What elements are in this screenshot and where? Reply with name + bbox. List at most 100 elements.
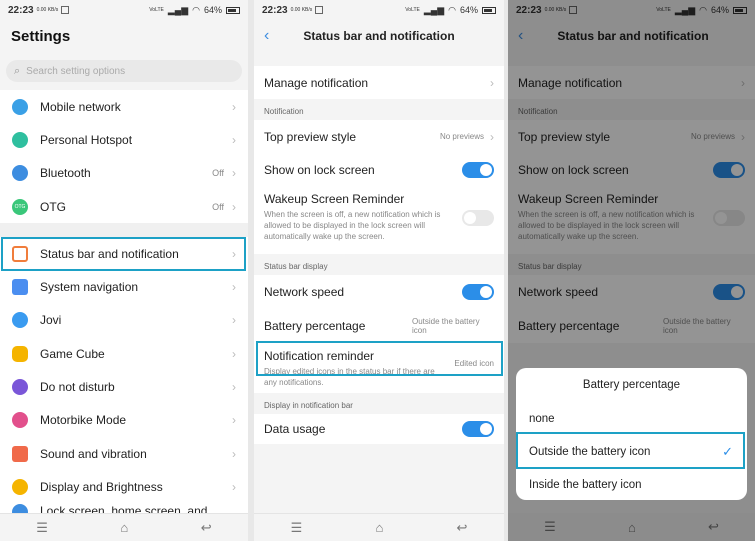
jovi-icon bbox=[12, 312, 28, 329]
item-label: Manage notification bbox=[264, 75, 369, 90]
item-label: Do not disturb bbox=[40, 380, 115, 395]
option-none[interactable]: none bbox=[516, 402, 747, 435]
sun-icon bbox=[12, 478, 28, 495]
item-label: Status bar and notification bbox=[40, 246, 179, 261]
item-description: When the screen is off, a new notificati… bbox=[264, 210, 441, 241]
mobile-network-icon bbox=[12, 98, 28, 115]
item-label: Data usage bbox=[264, 422, 326, 436]
wakeup-toggle[interactable] bbox=[462, 210, 494, 226]
settings-item-system-navigation[interactable]: System navigation › bbox=[0, 270, 248, 304]
option-inside-battery-icon[interactable]: Inside the battery icon bbox=[516, 468, 747, 501]
chevron-right-icon: › bbox=[232, 166, 236, 181]
manage-notification-item[interactable]: Manage notification › bbox=[254, 66, 504, 99]
time: 22:23 bbox=[8, 4, 34, 16]
chevron-right-icon: › bbox=[232, 446, 236, 461]
settings-item-sound[interactable]: Sound and vibration › bbox=[0, 436, 248, 471]
status-bar: 22:23 0.00 KB/s VoLTE ▂▄▆ ◠ 64% bbox=[0, 0, 248, 20]
item-label: Motorbike Mode bbox=[40, 413, 127, 428]
show-lock-screen-toggle[interactable] bbox=[462, 161, 494, 178]
search-icon: ⌕ bbox=[14, 64, 21, 77]
item-label: Network speed bbox=[264, 284, 345, 299]
chevron-right-icon: › bbox=[232, 479, 236, 494]
chevron-right-icon: › bbox=[232, 199, 236, 214]
item-label: Wakeup Screen Reminder bbox=[264, 192, 405, 206]
checkmark-icon: ✓ bbox=[722, 443, 733, 459]
item-value: Outside the battery icon bbox=[412, 316, 480, 335]
network-speed-toggle[interactable] bbox=[462, 283, 494, 300]
back-button[interactable]: ↩ bbox=[201, 520, 212, 536]
settings-item-jovi[interactable]: Jovi › bbox=[0, 303, 248, 338]
signal-icon: ▂▄▆ bbox=[167, 4, 189, 15]
volte: VoLTE bbox=[405, 7, 420, 13]
menu-button[interactable]: ☰ bbox=[291, 520, 303, 536]
battery-percentage-item[interactable]: Battery percentage Outside the battery ic… bbox=[254, 308, 504, 343]
section-header: Status bar display bbox=[254, 254, 504, 275]
top-preview-item[interactable]: Top preview style No previews › bbox=[254, 120, 504, 153]
home-button[interactable]: ⌂ bbox=[120, 520, 128, 535]
back-button[interactable]: ↩ bbox=[456, 520, 467, 536]
wifi-icon: ◠ bbox=[448, 4, 456, 15]
section-header: Display in notification bar bbox=[254, 393, 504, 414]
home-button[interactable]: ⌂ bbox=[375, 520, 383, 535]
page-title: Status bar and notification bbox=[303, 29, 455, 43]
wifi-icon: ◠ bbox=[192, 4, 200, 15]
chevron-right-icon: › bbox=[232, 380, 236, 395]
motorbike-icon bbox=[12, 412, 28, 429]
menu-button[interactable]: ☰ bbox=[36, 520, 48, 536]
chevron-right-icon: › bbox=[490, 75, 494, 90]
chevron-right-icon: › bbox=[232, 132, 236, 147]
notification-icon bbox=[61, 6, 70, 14]
settings-item-otg[interactable]: OTG OTG Off › bbox=[0, 189, 248, 224]
speaker-icon bbox=[12, 445, 28, 462]
item-label: Top preview style bbox=[264, 129, 357, 144]
settings-item-personal-hotspot[interactable]: Personal Hotspot › bbox=[0, 123, 248, 157]
battery-icon bbox=[226, 6, 240, 14]
chevron-right-icon: › bbox=[232, 246, 236, 261]
otg-icon: OTG bbox=[12, 198, 28, 215]
settings-item-bluetooth[interactable]: Bluetooth Off › bbox=[0, 156, 248, 190]
chevron-right-icon: › bbox=[490, 129, 494, 144]
notification-icon bbox=[315, 6, 324, 14]
show-lock-screen-item: Show on lock screen bbox=[254, 153, 504, 186]
option-outside-battery-icon[interactable]: Outside the battery icon ✓ bbox=[516, 435, 747, 468]
search-placeholder: Search setting options bbox=[26, 65, 126, 77]
item-label: Battery percentage bbox=[264, 318, 366, 333]
notification-reminder-item[interactable]: Notification reminder Display edited ico… bbox=[254, 343, 504, 393]
settings-item-game-cube[interactable]: Game Cube › bbox=[0, 337, 248, 371]
item-value: Off bbox=[212, 168, 224, 179]
search-input[interactable]: ⌕ Search setting options bbox=[6, 60, 242, 82]
net-speed: 0.00 KB/s bbox=[290, 6, 313, 13]
item-label: Mobile network bbox=[40, 99, 121, 114]
navigation-bar: ☰ ⌂ ↩ bbox=[254, 513, 504, 541]
settings-list-b: Status bar and notification › System navi… bbox=[0, 237, 248, 524]
back-button[interactable]: ↩ bbox=[708, 519, 719, 535]
settings-screen: 22:23 0.00 KB/s VoLTE ▂▄▆ ◠ 64% Settings ⌕ S… bbox=[0, 0, 248, 541]
item-label: Show on lock screen bbox=[264, 162, 375, 177]
item-label: Personal Hotspot bbox=[40, 132, 133, 147]
navigation-bar: ☰ ⌂ ↩ bbox=[508, 513, 755, 541]
hotspot-icon bbox=[12, 131, 28, 148]
dialog-title: Battery percentage bbox=[582, 379, 681, 391]
menu-button[interactable]: ☰ bbox=[544, 519, 556, 535]
item-label: OTG bbox=[40, 199, 66, 214]
settings-item-mobile-network[interactable]: Mobile network › bbox=[0, 90, 248, 124]
header: ‹ Status bar and notification bbox=[254, 20, 504, 52]
volte: VoLTE bbox=[149, 7, 164, 13]
battery-icon bbox=[482, 6, 496, 14]
signal-icon: ▂▄▆ bbox=[423, 4, 445, 15]
settings-item-status-bar[interactable]: Status bar and notification › bbox=[0, 237, 248, 271]
net-speed: 0.00 KB/s bbox=[36, 6, 59, 13]
battery-percentage-dialog: Battery percentage none Outside the batt… bbox=[516, 368, 747, 500]
data-usage-toggle[interactable] bbox=[462, 421, 494, 437]
time: 22:23 bbox=[262, 4, 288, 16]
back-arrow-icon[interactable]: ‹ bbox=[264, 27, 269, 45]
chevron-right-icon: › bbox=[232, 413, 236, 428]
battery-text: 64% bbox=[459, 5, 478, 15]
settings-item-display[interactable]: Display and Brightness › bbox=[0, 470, 248, 504]
chevron-right-icon: › bbox=[232, 346, 236, 361]
item-label: System navigation bbox=[40, 280, 139, 295]
home-button[interactable]: ⌂ bbox=[628, 520, 636, 535]
data-usage-item: Data usage bbox=[254, 414, 504, 444]
settings-item-motorbike-mode[interactable]: Motorbike Mode › bbox=[0, 403, 248, 437]
settings-item-do-not-disturb[interactable]: Do not disturb › bbox=[0, 370, 248, 404]
